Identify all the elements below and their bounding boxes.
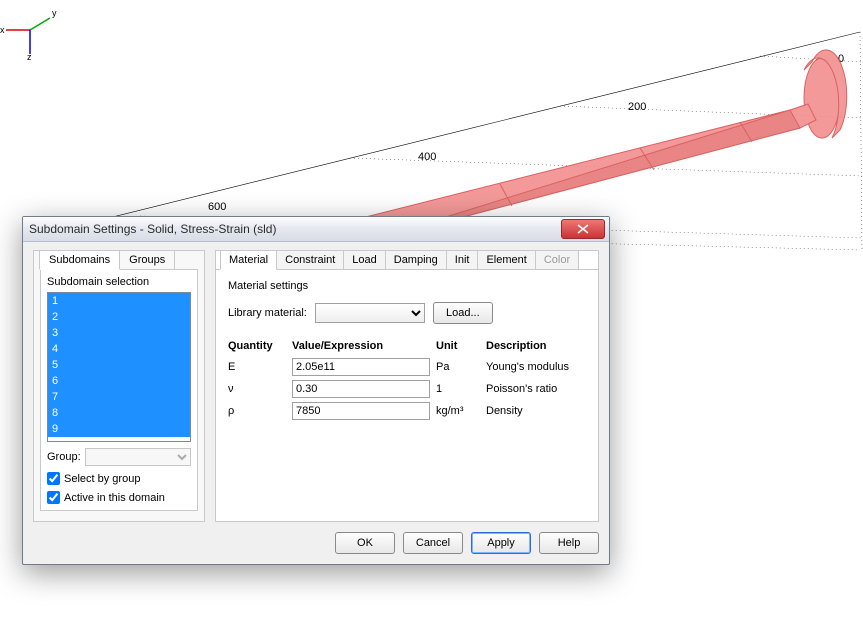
desc-rho: Density xyxy=(486,400,586,422)
value-nu-input[interactable] xyxy=(292,380,430,398)
col-description: Description xyxy=(486,338,586,356)
subdomain-listbox[interactable]: 1 2 3 4 5 6 7 8 9 xyxy=(47,292,191,442)
settings-panel: Material Constraint Load Damping Init El… xyxy=(215,250,599,522)
library-material-label: Library material: xyxy=(228,307,307,319)
active-in-domain-label: Active in this domain xyxy=(64,492,165,504)
library-material-select[interactable] xyxy=(315,303,425,323)
svg-text:y: y xyxy=(52,8,57,18)
tab-element[interactable]: Element xyxy=(477,250,535,270)
dialog-titlebar[interactable]: Subdomain Settings - Solid, Stress-Strai… xyxy=(23,217,609,242)
ok-button[interactable]: OK xyxy=(335,532,395,554)
unit-rho: kg/m³ xyxy=(436,400,486,422)
help-button[interactable]: Help xyxy=(539,532,599,554)
col-unit: Unit xyxy=(436,338,486,356)
axis-tick: 400 xyxy=(418,151,436,163)
subdomain-panel: Subdomains Groups Subdomain selection 1 … xyxy=(33,250,205,522)
list-item[interactable]: 6 xyxy=(48,373,190,389)
active-in-domain-checkbox[interactable] xyxy=(47,491,60,504)
tab-load[interactable]: Load xyxy=(343,250,385,270)
dialog-title: Subdomain Settings - Solid, Stress-Strai… xyxy=(29,222,276,236)
dialog-button-row: OK Cancel Apply Help xyxy=(33,532,599,554)
list-item[interactable]: 7 xyxy=(48,389,190,405)
desc-nu: Poisson's ratio xyxy=(486,378,586,400)
group-label: Group: xyxy=(47,451,81,463)
tab-material[interactable]: Material xyxy=(220,250,277,270)
tab-color[interactable]: Color xyxy=(535,250,579,270)
close-icon xyxy=(577,224,589,234)
col-quantity: Quantity xyxy=(228,338,292,356)
active-in-domain-row[interactable]: Active in this domain xyxy=(47,491,191,504)
unit-E: Pa xyxy=(436,356,486,378)
subdomain-settings-dialog: Subdomain Settings - Solid, Stress-Strai… xyxy=(22,216,610,565)
table-row: E Pa Young's modulus xyxy=(228,356,586,378)
table-row: ν 1 Poisson's ratio xyxy=(228,378,586,400)
material-settings-label: Material settings xyxy=(228,280,586,292)
apply-button[interactable]: Apply xyxy=(471,532,531,554)
tab-init[interactable]: Init xyxy=(446,250,479,270)
axis-tick: 200 xyxy=(628,101,646,113)
list-item[interactable]: 8 xyxy=(48,405,190,421)
tab-damping[interactable]: Damping xyxy=(385,250,447,270)
cancel-button[interactable]: Cancel xyxy=(403,532,463,554)
value-E-input[interactable] xyxy=(292,358,430,376)
tab-constraint[interactable]: Constraint xyxy=(276,250,344,270)
select-by-group-checkbox[interactable] xyxy=(47,472,60,485)
unit-nu: 1 xyxy=(436,378,486,400)
close-button[interactable] xyxy=(561,219,605,239)
list-item[interactable]: 2 xyxy=(48,309,190,325)
value-rho-input[interactable] xyxy=(292,402,430,420)
svg-text:x: x xyxy=(0,25,5,35)
list-item[interactable]: 3 xyxy=(48,325,190,341)
coordinate-triad: x y z xyxy=(0,0,60,60)
quantity-nu: ν xyxy=(228,378,292,400)
load-button[interactable]: Load... xyxy=(433,302,493,324)
group-select[interactable] xyxy=(85,448,191,466)
tab-groups[interactable]: Groups xyxy=(119,250,175,270)
list-item[interactable]: 9 xyxy=(48,421,190,437)
material-properties-table: Quantity Value/Expression Unit Descripti… xyxy=(228,338,586,422)
list-item[interactable]: 1 xyxy=(48,293,190,309)
subdomain-selection-label: Subdomain selection xyxy=(47,276,191,288)
quantity-E: E xyxy=(228,356,292,378)
select-by-group-label: Select by group xyxy=(64,473,140,485)
tab-subdomains[interactable]: Subdomains xyxy=(39,250,120,270)
svg-text:z: z xyxy=(27,52,32,60)
select-by-group-row[interactable]: Select by group xyxy=(47,472,191,485)
list-item[interactable]: 5 xyxy=(48,357,190,373)
axis-tick: 600 xyxy=(208,201,226,213)
quantity-rho: ρ xyxy=(228,400,292,422)
list-item[interactable]: 4 xyxy=(48,341,190,357)
desc-E: Young's modulus xyxy=(486,356,586,378)
col-value: Value/Expression xyxy=(292,338,436,356)
table-row: ρ kg/m³ Density xyxy=(228,400,586,422)
